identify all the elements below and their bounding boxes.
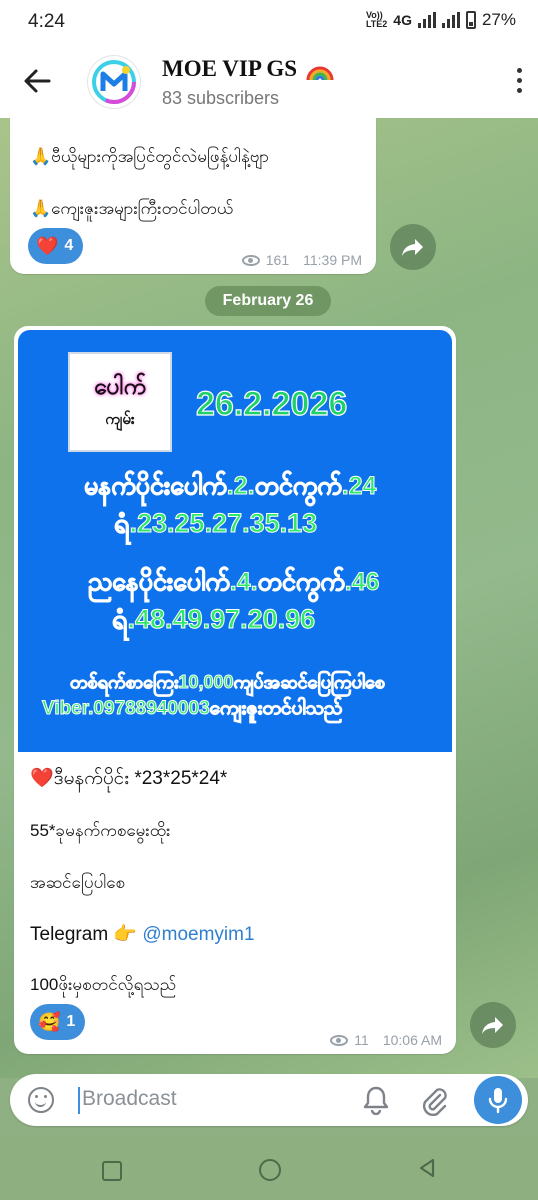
- bell-icon[interactable]: [362, 1085, 390, 1115]
- poster-line: ရံ.48.49.97.20.96: [111, 604, 316, 635]
- battery-icon: [465, 11, 476, 29]
- message-input-bar: Broadcast: [10, 1074, 528, 1126]
- attach-icon[interactable]: [420, 1086, 448, 1116]
- app-bar: MOE VIP GS 83 subscribers: [0, 46, 538, 118]
- volte-indicator: Vo)) LTE2: [366, 11, 387, 29]
- reaction-chip[interactable]: 🥰 1: [30, 1004, 86, 1040]
- views-eye-icon: [330, 1034, 349, 1046]
- microphone-icon: [488, 1088, 508, 1114]
- text-caret: [78, 1087, 80, 1114]
- share-button[interactable]: [390, 224, 436, 270]
- system-nav-bar: [0, 1136, 538, 1200]
- message-meta: 161 11:39 PM: [241, 252, 362, 268]
- telegram-label: Telegram 👉: [30, 924, 143, 945]
- signal-icon-2: [441, 12, 460, 28]
- volte-bottom-label: LTE2: [365, 19, 388, 29]
- poster-line: ညနေပိုင်းပေါက်.4.တင်ကွက်.46: [87, 568, 380, 597]
- home-icon[interactable]: [259, 1159, 281, 1181]
- reaction-count: 1: [66, 1013, 76, 1030]
- telegram-link[interactable]: @moemyim1: [142, 924, 254, 945]
- signal-icon: [417, 12, 436, 28]
- back-nav-icon[interactable]: [418, 1158, 436, 1178]
- poster-line: တစ်ရက်စာကြေး10,000ကျပ်အဆင်ပြေကြပါစေ: [70, 672, 386, 693]
- message-text-line: အဆင်ပြေပါစေ: [30, 873, 126, 892]
- forward-arrow-icon: [482, 1017, 503, 1034]
- reaction-count: 4: [64, 237, 74, 254]
- more-options-icon[interactable]: [514, 68, 524, 98]
- share-button[interactable]: [470, 1002, 516, 1048]
- forward-arrow-icon: [402, 239, 423, 256]
- heart-reaction-icon: ❤️: [36, 235, 59, 256]
- message-text-line: 100ဖိုးမှစတင်လို့ရသည်: [30, 975, 177, 994]
- message-image[interactable]: ပေါက် ကျမ်း 26.2.2026 မနက်ပိုင်းပေါက်.2.…: [18, 330, 452, 752]
- views-eye-icon: [241, 254, 260, 266]
- message-time: 11:39 PM: [303, 252, 362, 268]
- message-text-line: ❤️ဒီမနက်ပိုင်း *23*25*24*: [30, 768, 228, 789]
- status-time: 4:24: [28, 11, 65, 32]
- back-arrow-icon[interactable]: [22, 66, 52, 96]
- view-count: 11: [354, 1032, 369, 1048]
- channel-logo-icon: [92, 60, 136, 104]
- broadcast-input[interactable]: Broadcast: [82, 1087, 177, 1111]
- channel-avatar[interactable]: [88, 56, 140, 108]
- message-time: 10:06 AM: [382, 1032, 442, 1048]
- subscriber-count: 83 subscribers: [162, 88, 280, 108]
- poster-line: မနက်ပိုင်းပေါက်.2.တင်ကွက်.24: [83, 472, 377, 501]
- message-meta: 11 10:06 AM: [330, 1032, 442, 1048]
- poster-logo-line1: ပေါက်: [93, 373, 147, 399]
- channel-name: MOE VIP GS: [162, 56, 298, 81]
- poster-logo-line2: ကျမ်း: [105, 411, 135, 428]
- view-count: 161: [265, 252, 290, 268]
- channel-title[interactable]: MOE VIP GS: [162, 56, 335, 82]
- microphone-button[interactable]: [474, 1076, 522, 1124]
- network-type: 4G: [393, 12, 412, 28]
- message-text-line: 55*ခုမနက်ကစမွေးထိုး: [30, 821, 171, 840]
- reaction-chip[interactable]: ❤️ 4: [28, 228, 84, 264]
- message-bubble[interactable]: 🙏ဗီယိုများကိုအပြင်တွင်လဲမဖြန့်ပါနဲ့ဗျာ 🙏…: [10, 118, 376, 274]
- poster-logo: ပေါက် ကျမ်း: [68, 352, 172, 452]
- poster-line: Viber.09788940003ကျေးဇူးတင်ပါသည်: [41, 698, 343, 720]
- status-bar: 4:24 Vo)) LTE2 4G 27%: [0, 0, 538, 46]
- message-text-line: Telegram 👉 @moemyim1: [30, 922, 255, 946]
- smiling-hearts-reaction-icon: 🥰: [38, 1011, 61, 1032]
- message-text-line: 🙏ဗီယိုများကိုအပြင်တွင်လဲမဖြန့်ပါနဲ့ဗျာ: [30, 147, 270, 166]
- message-text-line: 🙏ကျေးဇူးအများကြီးတင်ပါတယ်: [30, 199, 234, 218]
- recent-apps-icon[interactable]: [102, 1161, 122, 1181]
- poster-date: 26.2.2026: [195, 384, 348, 423]
- emoji-icon[interactable]: [28, 1087, 54, 1113]
- rainbow-icon: [306, 66, 334, 81]
- date-separator: February 26: [205, 286, 331, 316]
- battery-percent: 27%: [481, 10, 516, 29]
- message-bubble[interactable]: ပေါက် ကျမ်း 26.2.2026 မနက်ပိုင်းပေါက်.2.…: [14, 326, 456, 1054]
- poster-line: ရံ.23.25.27.35.13: [113, 508, 318, 539]
- status-icons: Vo)) LTE2 4G 27%: [366, 10, 516, 30]
